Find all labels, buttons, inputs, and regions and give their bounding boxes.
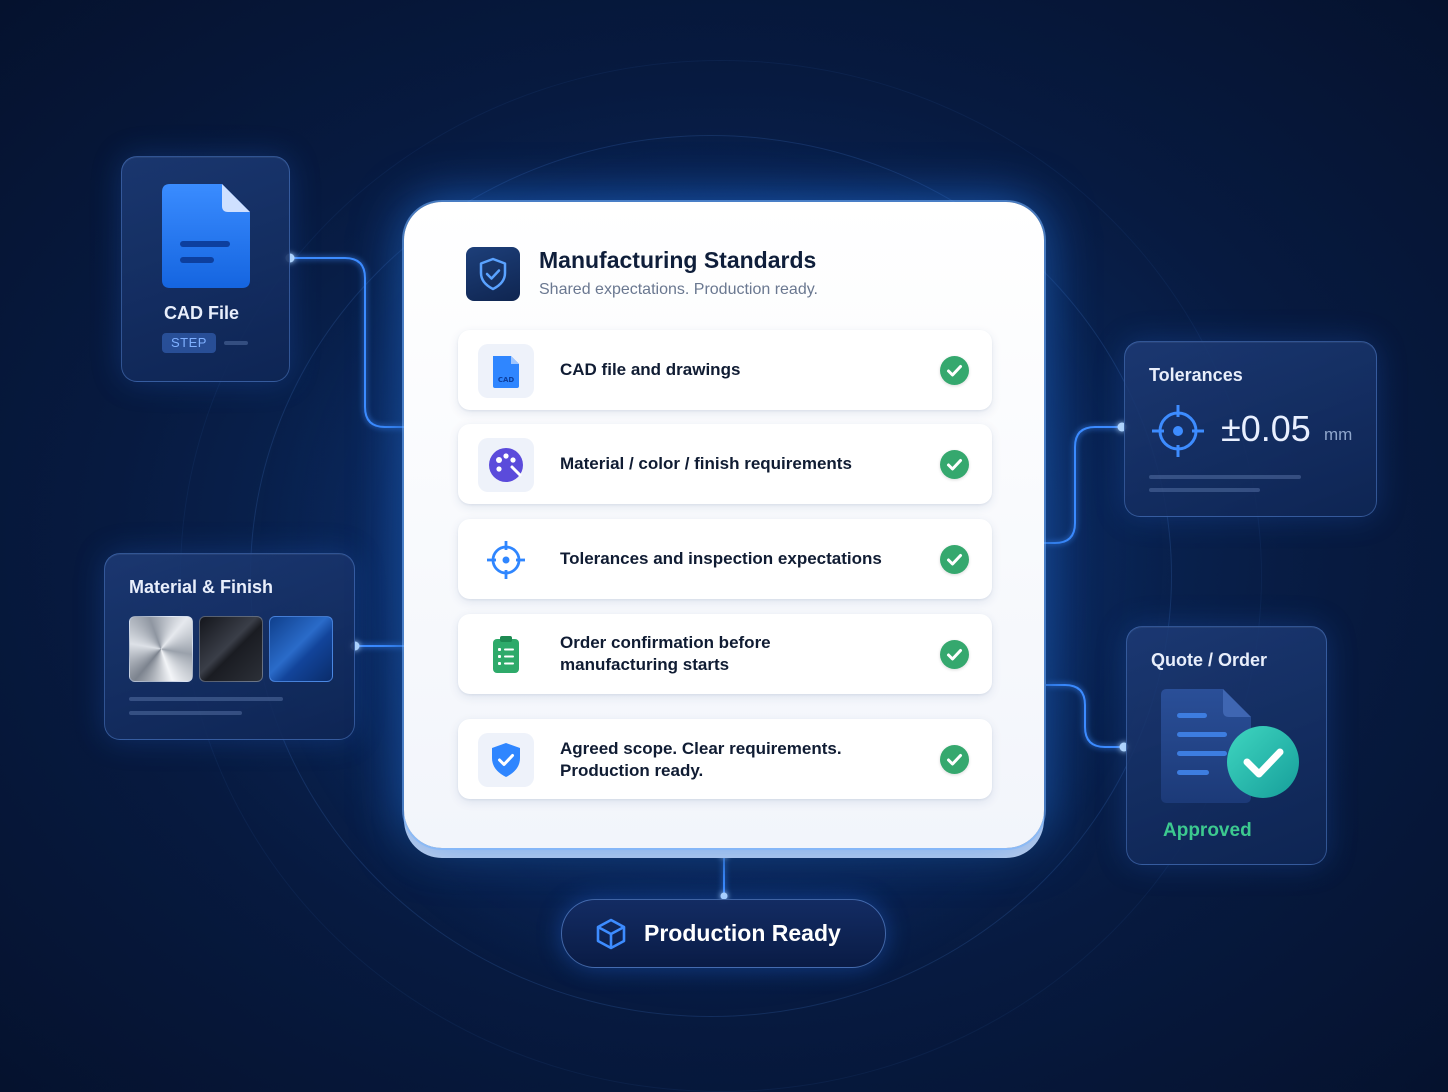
cad-connector [290,257,406,428]
quote-card-title: Quote / Order [1151,650,1268,670]
approved-document-icon [1161,689,1299,803]
document-icon [162,184,250,288]
shield-check-icon [466,247,520,301]
production-ready-button[interactable]: Production Ready [561,899,886,968]
file-format-badge: STEP [162,333,216,353]
tolerance-connector [1044,426,1122,544]
swatch-dark-graphite[interactable] [199,616,263,682]
svg-text:CAD: CAD [498,376,515,384]
requirement-row-order-confirmation[interactable]: Order confirmation before manufacturing … [458,614,992,694]
cad-card-title: CAD File [164,303,240,323]
material-finish-card[interactable]: Material & Finish [104,553,355,740]
requirement-row-material[interactable]: Material / color / finish requirements [458,424,992,504]
clipboard-icon [478,628,534,682]
requirement-row-tolerances[interactable]: Tolerances and inspection expectations [458,519,992,599]
requirement-label-line: Agreed scope. Clear requirements. [560,739,842,758]
crosshair-icon [478,533,534,587]
requirement-label: Agreed scope. Clear requirements. Produc… [560,738,842,782]
requirement-label-line: Order confirmation before [560,633,771,652]
requirement-row-agreed-scope[interactable]: Agreed scope. Clear requirements. Produc… [458,719,992,799]
placeholder-bar [1149,488,1260,492]
requirement-label-line: Production ready. [560,761,704,780]
check-icon [940,745,969,774]
check-icon [940,640,969,669]
cad-file-card[interactable]: CAD File STEP [121,156,290,382]
cube-icon [596,918,626,950]
tolerances-card[interactable]: Tolerances ±0.05 mm [1124,341,1377,517]
requirement-label: CAD file and drawings [560,360,741,379]
requirement-label-line: manufacturing starts [560,655,730,674]
requirement-label: Material / color / finish requirements [560,454,852,473]
production-ready-label: Production Ready [644,920,841,946]
placeholder-bar [129,711,242,715]
approved-status: Approved [1163,820,1252,841]
requirement-row-cad[interactable]: CAD CAD file and drawings [458,330,992,410]
page-title: Manufacturing Standards [539,247,817,273]
material-card-title: Material & Finish [129,577,274,597]
tolerances-card-title: Tolerances [1149,365,1243,385]
crosshair-icon [1152,405,1204,457]
manufacturing-standards-card: Manufacturing Standards Shared expectati… [404,202,1044,848]
shield-icon [478,733,534,787]
tolerance-value: ±0.05 [1221,408,1311,449]
cad-file-icon: CAD [478,344,534,398]
swatch-brushed-silver[interactable] [129,616,193,682]
requirement-label: Tolerances and inspection expectations [560,549,882,568]
check-icon [940,450,969,479]
placeholder-bar [224,341,248,345]
placeholder-bar [129,697,283,701]
scene: CAD File STEP Material & Finish Toleranc… [0,0,1448,1092]
quote-connector [1046,684,1124,748]
requirement-label: Order confirmation before manufacturing … [560,632,771,676]
palette-icon [478,438,534,492]
placeholder-bar [1149,475,1301,479]
quote-order-card[interactable]: Quote / Order Approved [1126,626,1327,865]
page-subtitle: Shared expectations. Production ready. [539,281,818,298]
check-icon [940,356,969,385]
tolerance-unit: mm [1324,425,1353,444]
swatch-blue-anodized[interactable] [269,616,333,682]
check-icon [940,545,969,574]
production-node-top [719,848,729,858]
